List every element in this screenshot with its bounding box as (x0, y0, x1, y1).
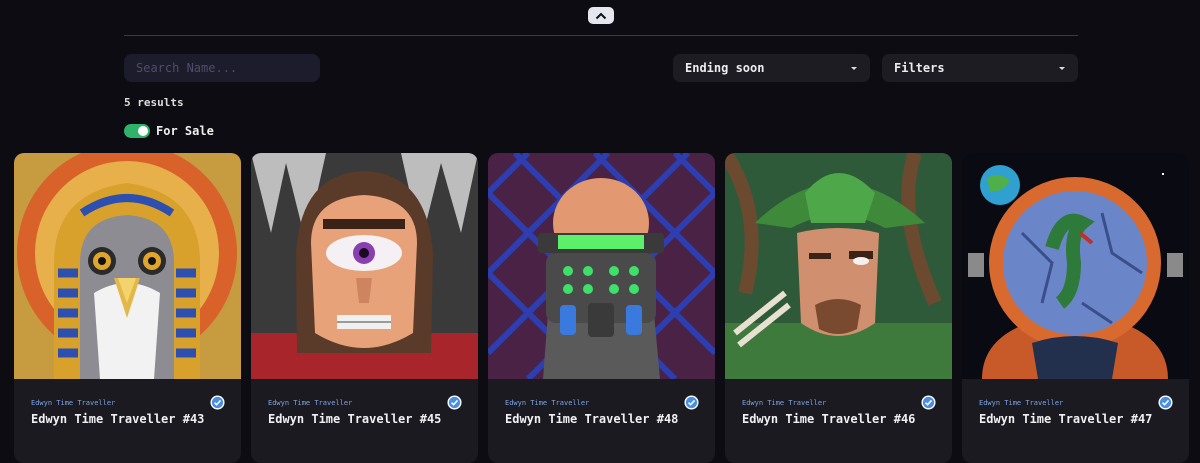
results-count: 5 results (124, 96, 184, 109)
for-sale-label: For Sale (156, 124, 214, 138)
collection-name: Edwyn Time Traveller (979, 399, 1064, 407)
for-sale-filter: For Sale (124, 124, 214, 138)
verified-badge-icon (1158, 395, 1173, 410)
collapse-toggle-button[interactable] (588, 7, 614, 24)
nft-title: Edwyn Time Traveller #46 (742, 412, 916, 426)
nft-card[interactable]: Edwyn Time Traveller Edwyn Time Travelle… (962, 153, 1189, 463)
nft-card[interactable]: Edwyn Time Traveller Edwyn Time Travelle… (251, 153, 478, 463)
nft-image-green-archer (725, 153, 952, 379)
chevron-up-icon (595, 12, 607, 19)
divider (124, 35, 1078, 36)
filters-dropdown-label: Filters (894, 61, 945, 75)
nft-image-cyclops-man (251, 153, 478, 379)
verified-badge-icon (921, 395, 936, 410)
nft-image-cyber-soldier (488, 153, 715, 379)
caret-down-icon (1059, 66, 1065, 70)
for-sale-toggle[interactable] (124, 124, 150, 138)
nft-card[interactable]: Edwyn Time Traveller Edwyn Time Travelle… (14, 153, 241, 463)
nft-card[interactable]: Edwyn Time Traveller Edwyn Time Travelle… (725, 153, 952, 463)
collection-name: Edwyn Time Traveller (505, 399, 590, 407)
nft-image-pharaoh-falcon (14, 153, 241, 379)
sort-dropdown[interactable]: Ending soon (673, 54, 870, 82)
verified-badge-icon (684, 395, 699, 410)
collection-name: Edwyn Time Traveller (268, 399, 353, 407)
collection-name: Edwyn Time Traveller (742, 399, 827, 407)
nft-image-cracked-globe-astronaut (962, 153, 1189, 379)
verified-badge-icon (210, 395, 225, 410)
caret-down-icon (851, 66, 857, 70)
toggle-knob (138, 126, 148, 136)
verified-badge-icon (447, 395, 462, 410)
nft-title: Edwyn Time Traveller #48 (505, 412, 679, 426)
search-input[interactable] (124, 54, 320, 82)
collection-name: Edwyn Time Traveller (31, 399, 116, 407)
filters-dropdown[interactable]: Filters (882, 54, 1078, 82)
nft-title: Edwyn Time Traveller #45 (268, 412, 442, 426)
nft-card[interactable]: Edwyn Time Traveller Edwyn Time Travelle… (488, 153, 715, 463)
nft-title: Edwyn Time Traveller #43 (31, 412, 205, 426)
nft-title: Edwyn Time Traveller #47 (979, 412, 1153, 426)
sort-dropdown-label: Ending soon (685, 61, 765, 75)
